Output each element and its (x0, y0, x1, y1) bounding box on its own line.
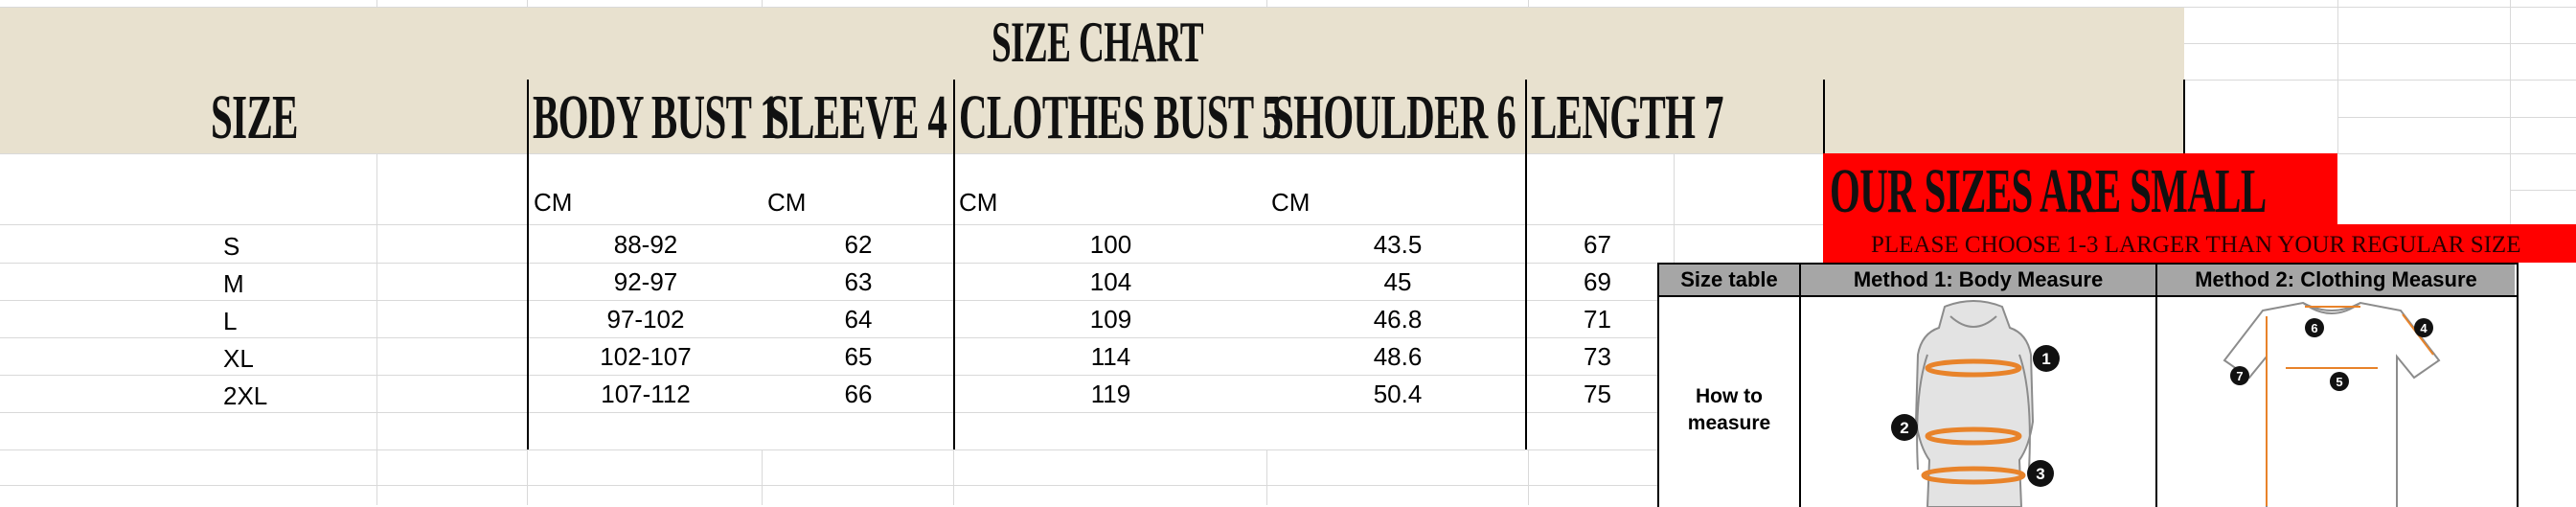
table-cell: 48.6 (1373, 342, 1423, 371)
column-header-length: LENGTH 7 (1531, 82, 1723, 152)
table-cell: 69 (1584, 267, 1611, 296)
table-cell: 114 (1090, 342, 1131, 371)
guide-header-clothing-measure: Method 2: Clothing Measure (2157, 265, 2515, 295)
measure-guide: Size table Method 1: Body Measure Method… (1657, 263, 2519, 507)
table-cell: 46.8 (1373, 305, 1423, 334)
notice-headline: OUR SIZES ARE SMALL (1830, 156, 2267, 226)
table-cell: 67 (1584, 230, 1611, 259)
table-cell: 62 (844, 230, 873, 259)
grid-line (2184, 43, 2576, 44)
grid-line (1528, 449, 1529, 505)
svg-text:4: 4 (2420, 321, 2428, 335)
grid-line (0, 485, 1657, 486)
column-border (527, 80, 529, 449)
grid-line (0, 337, 1657, 338)
table-cell: 88-92 (613, 230, 678, 259)
column-header-shoulder: SHOULDER 6 (1272, 82, 1516, 152)
table-cell: 75 (1584, 380, 1611, 408)
svg-text:2: 2 (1900, 419, 1908, 437)
table-cell: 119 (1090, 380, 1131, 408)
unit-label: CM (959, 188, 998, 217)
grid-line (2184, 80, 2576, 81)
grid-line (2510, 0, 2511, 263)
table-cell: 45 (1383, 267, 1412, 296)
table-cell: 97-102 (606, 305, 685, 334)
grid-line (2337, 0, 2338, 153)
marker-1-icon: 1 (2033, 345, 2060, 372)
svg-text:5: 5 (2336, 375, 2342, 389)
marker-6-icon: 6 (2305, 318, 2324, 337)
table-cell: 43.5 (1373, 230, 1423, 259)
guide-header-body-measure: Method 1: Body Measure (1801, 265, 2157, 295)
column-border (2183, 80, 2185, 153)
column-header-size: SIZE (211, 82, 298, 152)
table-cell: 66 (844, 380, 873, 408)
table-cell: 50.4 (1373, 380, 1423, 408)
grid-line (2510, 190, 2576, 191)
grid-line (376, 0, 377, 7)
grid-line (953, 449, 954, 505)
table-cell: 109 (1089, 305, 1132, 334)
svg-text:3: 3 (2036, 465, 2044, 483)
grid-line (762, 449, 763, 505)
grid-line (762, 0, 763, 7)
grid-line (0, 449, 1657, 450)
size-cell: 2XL (223, 381, 268, 410)
body-measure-illustration: 1 2 3 (1891, 300, 2060, 507)
notice-subline: PLEASE CHOOSE 1-3 LARGER THAN YOUR REGUL… (1871, 232, 2521, 258)
grid-line (527, 449, 528, 505)
size-cell: S (223, 232, 240, 261)
grid-line (1528, 0, 1529, 7)
table-cell: 102-107 (600, 342, 692, 371)
table-cell: 104 (1089, 267, 1132, 296)
grid-line (376, 153, 377, 505)
marker-2-icon: 2 (1891, 414, 1918, 441)
table-cell: 64 (844, 305, 873, 334)
grid-line (527, 0, 528, 7)
column-header-body-bust: BODY BUST 1 (533, 82, 780, 152)
marker-4-icon: 4 (2414, 318, 2433, 337)
table-cell: 100 (1089, 230, 1132, 259)
grid-line (2337, 117, 2576, 118)
grid-line (0, 412, 1657, 413)
grid-line (0, 375, 1657, 376)
table-cell: 107-112 (601, 380, 691, 408)
svg-text:1: 1 (2041, 350, 2050, 368)
unit-label: CM (1271, 188, 1311, 217)
grid-line (0, 7, 2576, 8)
unit-label: CM (534, 188, 573, 217)
svg-text:6: 6 (2311, 321, 2317, 335)
marker-3-icon: 3 (2027, 460, 2054, 487)
how-to-measure-label: How to measure (1659, 383, 1799, 437)
column-header-clothes-bust: CLOTHES BUST 5 (959, 82, 1282, 152)
grid-line (1266, 0, 1267, 7)
table-cell: 92-97 (613, 267, 678, 296)
page-title: SIZE CHART (992, 11, 1204, 74)
table-cell: 71 (1584, 305, 1611, 334)
svg-text:7: 7 (2236, 369, 2243, 383)
column-border (1823, 80, 1825, 153)
grid-line (0, 300, 1657, 301)
unit-label: CM (767, 188, 807, 217)
table-cell: 65 (844, 342, 873, 371)
grid-line (1674, 153, 1675, 263)
how-to-line: measure (1687, 412, 1771, 434)
guide-header-size-table: Size table (1659, 265, 1801, 295)
size-cell: L (223, 307, 238, 335)
table-cell: 63 (844, 267, 873, 296)
clothing-measure-illustration: 6 4 7 5 (2223, 301, 2441, 507)
size-cell: XL (223, 344, 254, 373)
grid-line (0, 263, 1657, 264)
marker-5-icon: 5 (2330, 372, 2349, 391)
table-cell: 73 (1584, 342, 1611, 371)
how-to-line: How to (1696, 385, 1763, 407)
size-cell: M (223, 269, 244, 298)
column-header-sleeve: SLEEVE 4 (767, 82, 947, 152)
marker-7-icon: 7 (2230, 366, 2249, 385)
grid-line (1266, 449, 1267, 505)
